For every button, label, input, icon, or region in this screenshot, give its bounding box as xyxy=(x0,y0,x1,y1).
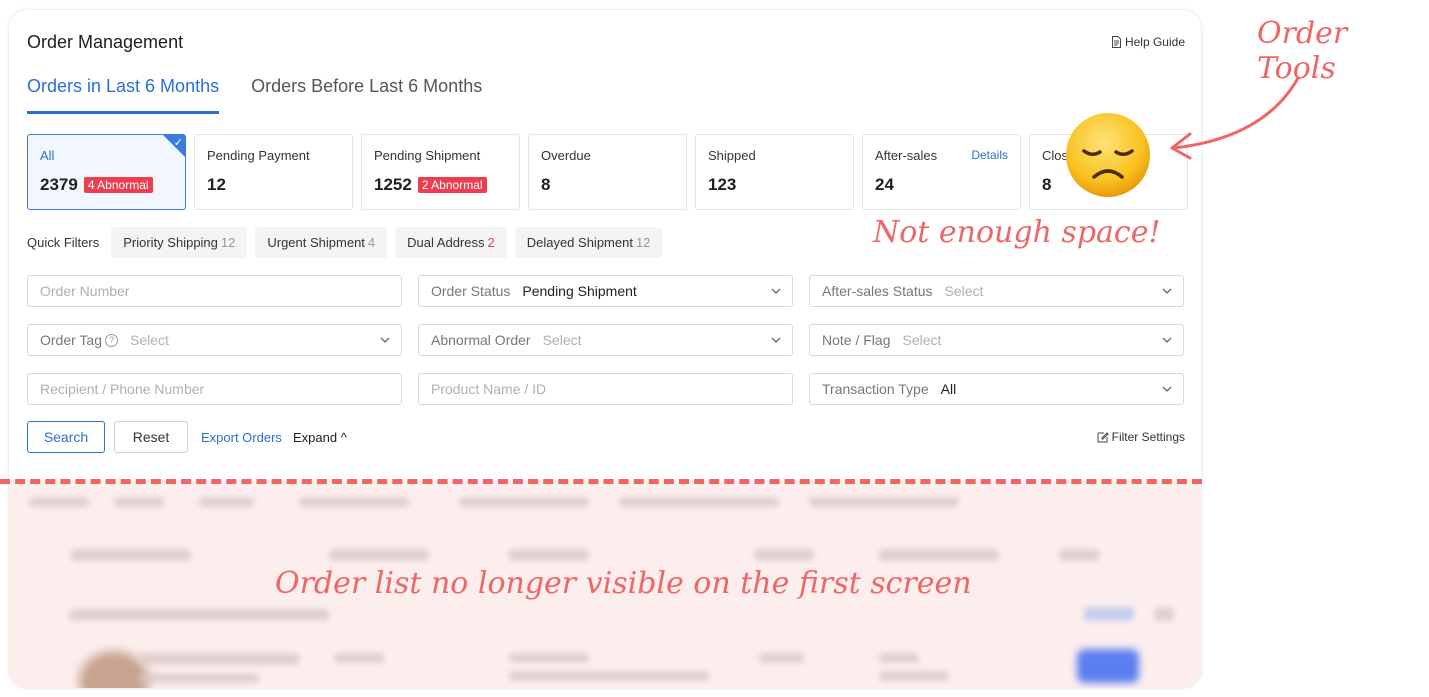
help-guide-label: Help Guide xyxy=(1124,35,1185,49)
stat-value: 12 xyxy=(207,175,226,194)
product-name-input[interactable]: Product Name / ID xyxy=(418,373,793,405)
order-status-value: Pending Shipment xyxy=(522,283,637,299)
chevron-down-icon xyxy=(1162,386,1172,392)
chip-dual-address[interactable]: Dual Address 2 xyxy=(395,227,507,258)
document-icon xyxy=(1111,36,1121,48)
abnormal-badge: 2 Abnormal xyxy=(417,177,487,193)
chip-delayed-shipment[interactable]: Delayed Shipment 12 xyxy=(514,227,663,258)
chip-count: 4 xyxy=(367,235,376,250)
stat-card-all[interactable]: ✓ All 2379 4 Abnormal xyxy=(27,134,186,210)
stat-label: Pending Shipment xyxy=(374,148,481,163)
chip-count: 12 xyxy=(635,235,651,250)
chevron-down-icon xyxy=(380,337,390,343)
stat-card-shipped[interactable]: Shipped 123 xyxy=(695,134,854,210)
annotation-list-hidden: Order list no longer visible on the firs… xyxy=(275,566,972,601)
abnormal-badge: 4 Abnormal xyxy=(83,177,153,193)
stat-value: 1252 xyxy=(374,175,412,194)
quick-filters: Quick Filters Priority Shipping 12 Urgent… xyxy=(27,227,663,258)
abnormal-order-select[interactable]: Abnormal Order Select xyxy=(418,324,793,356)
product-placeholder: Product Name / ID xyxy=(431,381,547,397)
stat-label: All xyxy=(40,148,55,163)
fold-line xyxy=(0,479,1202,484)
order-number-input[interactable]: Order Number xyxy=(27,275,402,307)
chip-priority-shipping[interactable]: Priority Shipping 12 xyxy=(111,227,248,258)
recipient-placeholder: Recipient / Phone Number xyxy=(40,381,205,397)
stat-value: 24 xyxy=(875,175,894,194)
abnormal-order-placeholder: Select xyxy=(542,332,582,348)
stat-card-overdue[interactable]: Overdue 8 xyxy=(528,134,687,210)
filter-settings-link[interactable]: Filter Settings xyxy=(1097,430,1185,444)
tab-before-6-months[interactable]: Orders Before Last 6 Months xyxy=(251,76,482,114)
reset-button[interactable]: Reset xyxy=(114,421,188,453)
chip-label: Priority Shipping xyxy=(123,235,218,250)
stat-value: 8 xyxy=(1042,175,1052,194)
annotation-not-enough-space: Not enough space! xyxy=(873,215,1161,250)
check-icon: ✓ xyxy=(173,137,183,149)
note-flag-placeholder: Select xyxy=(902,332,942,348)
chip-count: 2 xyxy=(487,235,495,250)
arrow-annotation xyxy=(1170,76,1300,160)
chip-count: 12 xyxy=(220,235,236,250)
export-orders-link[interactable]: Export Orders xyxy=(201,430,282,445)
quick-filters-label: Quick Filters xyxy=(27,235,100,250)
stat-label: Overdue xyxy=(541,148,591,163)
chip-label: Dual Address xyxy=(407,235,485,250)
chip-label: Urgent Shipment xyxy=(267,235,365,250)
chip-urgent-shipment[interactable]: Urgent Shipment 4 xyxy=(255,227,388,258)
help-circle-icon[interactable]: ? xyxy=(105,333,118,347)
disappointed-face-emoji xyxy=(1066,113,1150,197)
order-status-label: Order Status xyxy=(431,283,511,299)
filter-settings-label: Filter Settings xyxy=(1111,430,1185,444)
after-sales-status-select[interactable]: After-sales Status Select xyxy=(809,275,1184,307)
stat-label: Shipped xyxy=(708,148,756,163)
stat-card-pending-shipment[interactable]: Pending Shipment 1252 2 Abnormal xyxy=(361,134,520,210)
recipient-phone-input[interactable]: Recipient / Phone Number xyxy=(27,373,402,405)
transaction-type-value: All xyxy=(940,381,957,397)
chip-label: Delayed Shipment xyxy=(526,235,633,250)
transaction-type-label: Transaction Type xyxy=(822,381,929,397)
details-link[interactable]: Details xyxy=(971,148,1008,162)
chevron-down-icon xyxy=(771,337,781,343)
stat-card-after-sales[interactable]: After-sales Details 24 xyxy=(862,134,1021,210)
stat-card-pending-payment[interactable]: Pending Payment 12 xyxy=(194,134,353,210)
edit-icon xyxy=(1097,432,1109,443)
chevron-down-icon xyxy=(1162,337,1172,343)
search-button[interactable]: Search xyxy=(27,421,105,453)
note-flag-label: Note / Flag xyxy=(822,332,891,348)
stat-label: Pending Payment xyxy=(207,148,310,163)
chevron-down-icon xyxy=(771,288,781,294)
order-tag-placeholder: Select xyxy=(130,332,169,348)
order-tabs: Orders in Last 6 Months Orders Before La… xyxy=(27,76,482,114)
chevron-down-icon xyxy=(1162,288,1172,294)
expand-toggle[interactable]: Expand ^ xyxy=(293,430,347,445)
status-cards: ✓ All 2379 4 Abnormal Pending Payment 12 … xyxy=(27,134,1188,210)
stat-value: 2379 xyxy=(40,175,78,194)
after-sales-status-placeholder: Select xyxy=(944,283,984,299)
help-guide-link[interactable]: Help Guide xyxy=(1111,35,1185,49)
page-title: Order Management xyxy=(27,32,184,52)
stat-value: 8 xyxy=(541,175,551,194)
tab-last-6-months[interactable]: Orders in Last 6 Months xyxy=(27,76,220,114)
after-sales-status-label: After-sales Status xyxy=(822,283,933,299)
note-flag-select[interactable]: Note / Flag Select xyxy=(809,324,1184,356)
abnormal-order-label: Abnormal Order xyxy=(431,332,531,348)
order-tag-label: Order Tag xyxy=(40,332,102,348)
transaction-type-select[interactable]: Transaction Type All xyxy=(809,373,1184,405)
stat-value: 123 xyxy=(708,175,737,194)
order-tag-select[interactable]: Order Tag ? Select xyxy=(27,324,402,356)
order-number-placeholder: Order Number xyxy=(40,283,130,299)
order-status-select[interactable]: Order Status Pending Shipment xyxy=(418,275,793,307)
